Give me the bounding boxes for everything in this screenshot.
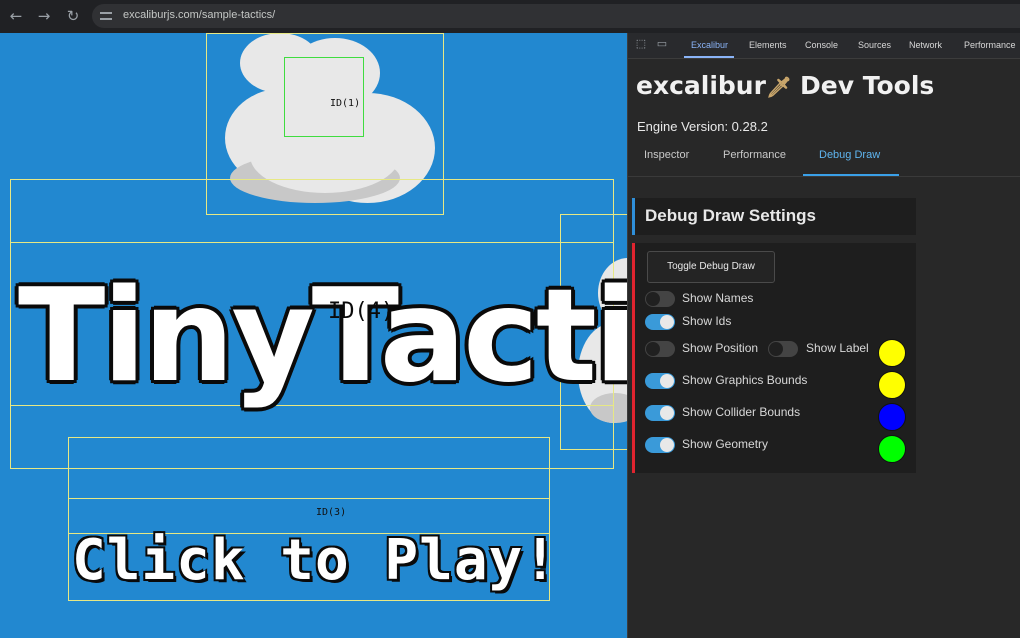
collider-bounds-color-swatch[interactable] bbox=[878, 403, 906, 431]
actor-id-label: ID(1) bbox=[330, 98, 361, 109]
click-to-play-button[interactable]: Click to Play! bbox=[72, 533, 558, 589]
show-ids-label: Show Ids bbox=[682, 314, 732, 328]
url-text[interactable]: excaliburjs.com/sample-tactics/ bbox=[123, 9, 275, 21]
tab-network[interactable]: Network bbox=[909, 40, 942, 50]
show-ids-switch[interactable] bbox=[645, 314, 675, 330]
show-label-label: Show Label bbox=[806, 341, 869, 355]
game-title: TinyTactics bbox=[18, 262, 627, 411]
tab-excalibur[interactable]: Excalibur bbox=[691, 40, 728, 50]
toggle-debug-draw-button[interactable]: Toggle Debug Draw bbox=[647, 251, 775, 283]
forward-arrow-icon[interactable]: → bbox=[33, 6, 55, 26]
inspect-element-icon[interactable]: ⬚ bbox=[634, 38, 648, 51]
tab-performance[interactable]: Performance bbox=[964, 40, 1016, 50]
show-graphics-bounds-label: Show Graphics Bounds bbox=[682, 373, 808, 387]
settings-header: Debug Draw Settings bbox=[632, 198, 916, 235]
devtools-panel: ⬚ ▭ Excalibur Elements Console Sources N… bbox=[627, 33, 1020, 638]
site-settings-icon[interactable] bbox=[100, 10, 112, 22]
actor-id-label: ID(4) bbox=[328, 299, 395, 324]
actor-id-label: ID(3) bbox=[316, 507, 347, 518]
graphics-bounds-color-swatch[interactable] bbox=[878, 371, 906, 399]
show-graphics-bounds-switch[interactable] bbox=[645, 373, 675, 389]
browser-toolbar: ← → ↻ excaliburjs.com/sample-tactics/ bbox=[0, 0, 1020, 33]
show-label-switch[interactable] bbox=[768, 341, 798, 357]
sword-icon: 🗡 bbox=[765, 75, 792, 99]
active-tab-indicator bbox=[684, 56, 734, 58]
geometry-box bbox=[284, 57, 364, 137]
game-canvas[interactable]: TinyTactics ID(1) ID(4) ID(3) Click to P… bbox=[0, 33, 627, 638]
show-geometry-switch[interactable] bbox=[645, 437, 675, 453]
debug-settings-panel: Toggle Debug Draw Show Names Show Ids Sh… bbox=[632, 243, 916, 473]
address-bar[interactable]: excaliburjs.com/sample-tactics/ bbox=[92, 4, 1020, 28]
show-geometry-label: Show Geometry bbox=[682, 437, 769, 451]
settings-title: Debug Draw Settings bbox=[645, 206, 816, 225]
tab-console[interactable]: Console bbox=[805, 40, 838, 50]
tab-elements[interactable]: Elements bbox=[749, 40, 787, 50]
label-color-swatch[interactable] bbox=[878, 339, 906, 367]
subtab-inspector[interactable]: Inspector bbox=[644, 149, 689, 161]
show-names-label: Show Names bbox=[682, 291, 754, 305]
devtools-brand: excalibur🗡 Dev Tools bbox=[636, 71, 934, 100]
subtab-divider bbox=[628, 176, 1020, 177]
device-toolbar-icon[interactable]: ▭ bbox=[655, 38, 669, 51]
subtab-debug-draw[interactable]: Debug Draw bbox=[819, 149, 880, 161]
show-position-switch[interactable] bbox=[645, 341, 675, 357]
show-collider-bounds-label: Show Collider Bounds bbox=[682, 405, 801, 419]
devtools-tabbar: ⬚ ▭ Excalibur Elements Console Sources N… bbox=[628, 33, 1020, 59]
show-collider-bounds-switch[interactable] bbox=[645, 405, 675, 421]
back-arrow-icon[interactable]: ← bbox=[5, 6, 27, 26]
brand-suffix: Dev Tools bbox=[800, 71, 935, 100]
show-names-switch[interactable] bbox=[645, 291, 675, 307]
brand-name: excalibur bbox=[636, 71, 766, 100]
geometry-color-swatch[interactable] bbox=[878, 435, 906, 463]
show-position-label: Show Position bbox=[682, 341, 759, 355]
engine-version: Engine Version: 0.28.2 bbox=[637, 119, 768, 134]
subtab-performance[interactable]: Performance bbox=[723, 149, 786, 161]
tab-sources[interactable]: Sources bbox=[858, 40, 891, 50]
reload-icon[interactable]: ↻ bbox=[62, 6, 84, 26]
